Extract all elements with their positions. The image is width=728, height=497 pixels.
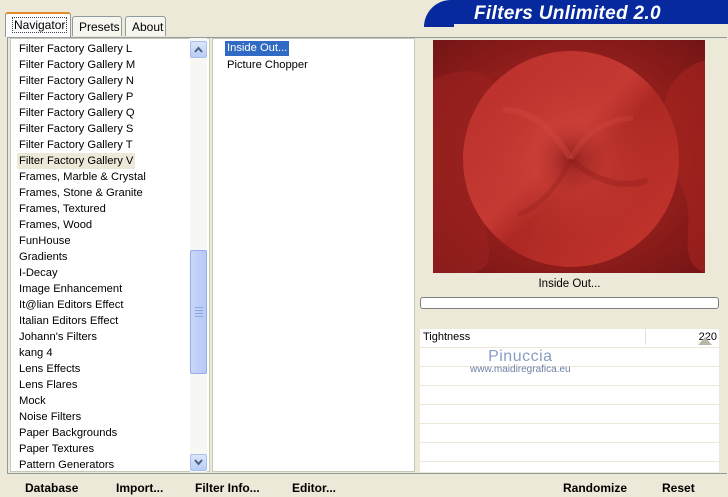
category-item[interactable]: Filter Factory Gallery S bbox=[17, 121, 135, 137]
watermark-url: www.maidiregrafica.eu bbox=[470, 364, 571, 375]
preview-canvas bbox=[433, 40, 705, 273]
category-item[interactable]: Filter Factory Gallery Q bbox=[17, 105, 137, 121]
tab-strip: Presets About Navigator bbox=[0, 0, 430, 38]
chevron-down-icon bbox=[194, 459, 203, 466]
filter-list[interactable]: Inside Out... Picture Chopper bbox=[212, 38, 415, 472]
param-label: Tightness bbox=[423, 331, 471, 343]
category-item[interactable]: Filter Factory Gallery P bbox=[17, 89, 135, 105]
reset-button[interactable]: Reset bbox=[662, 481, 695, 495]
chevron-up-icon bbox=[194, 46, 203, 53]
preview-image bbox=[433, 40, 705, 273]
category-item-selected[interactable]: Filter Factory Gallery V bbox=[17, 153, 136, 169]
randomize-button[interactable]: Randomize bbox=[563, 481, 627, 495]
category-item[interactable]: Frames, Textured bbox=[17, 201, 108, 217]
category-item[interactable]: Frames, Wood bbox=[17, 217, 94, 233]
param-row-empty bbox=[420, 405, 719, 423]
category-item[interactable]: Pattern Generators bbox=[17, 457, 116, 471]
editor-button[interactable]: Editor... bbox=[292, 481, 336, 495]
category-item[interactable]: Noise Filters bbox=[17, 409, 83, 425]
category-item[interactable]: Italian Editors Effect bbox=[17, 313, 120, 329]
category-item[interactable]: kang 4 bbox=[17, 345, 55, 361]
category-item[interactable]: Mock bbox=[17, 393, 48, 409]
category-scrollbar[interactable] bbox=[190, 38, 207, 472]
tab-about[interactable]: About bbox=[125, 16, 166, 36]
category-item[interactable]: Filter Factory Gallery M bbox=[17, 57, 137, 73]
import-button[interactable]: Import... bbox=[116, 481, 163, 495]
category-item[interactable]: Paper Backgrounds bbox=[17, 425, 119, 441]
tab-presets[interactable]: Presets bbox=[72, 16, 122, 36]
slider-marker-icon[interactable] bbox=[698, 337, 712, 345]
filter-item-selected[interactable]: Inside Out... bbox=[225, 41, 290, 56]
category-item[interactable]: Frames, Stone & Granite bbox=[17, 185, 145, 201]
category-item[interactable]: Image Enhancement bbox=[17, 281, 124, 297]
category-item[interactable]: Filter Factory Gallery N bbox=[17, 73, 136, 89]
category-item[interactable]: Lens Flares bbox=[17, 377, 79, 393]
param-row-empty bbox=[420, 386, 719, 404]
param-track bbox=[645, 329, 646, 345]
filter-item[interactable]: Picture Chopper bbox=[225, 58, 310, 73]
category-item[interactable]: Filter Factory Gallery L bbox=[17, 41, 134, 57]
scroll-down-button[interactable] bbox=[190, 454, 207, 471]
category-item[interactable]: FunHouse bbox=[17, 233, 73, 249]
scroll-up-button[interactable] bbox=[190, 41, 207, 58]
category-item[interactable]: Filter Factory Gallery T bbox=[17, 137, 135, 153]
app-title: Filters Unlimited 2.0 bbox=[474, 3, 661, 24]
param-row-empty bbox=[420, 424, 719, 442]
param-row-empty bbox=[420, 462, 719, 472]
param-row-tightness[interactable]: Tightness 220 bbox=[420, 329, 719, 347]
category-item[interactable]: Frames, Marble & Crystal bbox=[17, 169, 148, 185]
tab-navigator[interactable]: Navigator bbox=[5, 12, 71, 37]
tab-presets-label: Presets bbox=[79, 20, 120, 34]
tab-about-label: About bbox=[132, 20, 164, 34]
scroll-thumb[interactable] bbox=[190, 250, 207, 374]
category-item[interactable]: It@lian Editors Effect bbox=[17, 297, 125, 313]
category-list[interactable]: Filter Factory Gallery L Filter Factory … bbox=[10, 38, 210, 472]
app-banner: Filters Unlimited 2.0 bbox=[424, 0, 728, 27]
progress-bar bbox=[420, 297, 719, 309]
database-button[interactable]: Database bbox=[25, 481, 78, 495]
category-item[interactable]: I-Decay bbox=[17, 265, 60, 281]
filter-info-button[interactable]: Filter Info... bbox=[195, 481, 260, 495]
tab-navigator-label: Navigator bbox=[12, 17, 68, 33]
grip-icon bbox=[195, 307, 203, 319]
preview-filter-name: Inside Out... bbox=[538, 278, 601, 290]
category-item[interactable]: Lens Effects bbox=[17, 361, 82, 377]
category-item[interactable]: Johann's Filters bbox=[17, 329, 99, 345]
watermark: Pinuccia www.maidiregrafica.eu bbox=[470, 348, 571, 375]
category-item[interactable]: Gradients bbox=[17, 249, 70, 265]
param-row-empty bbox=[420, 443, 719, 461]
category-item[interactable]: Paper Textures bbox=[17, 441, 96, 457]
